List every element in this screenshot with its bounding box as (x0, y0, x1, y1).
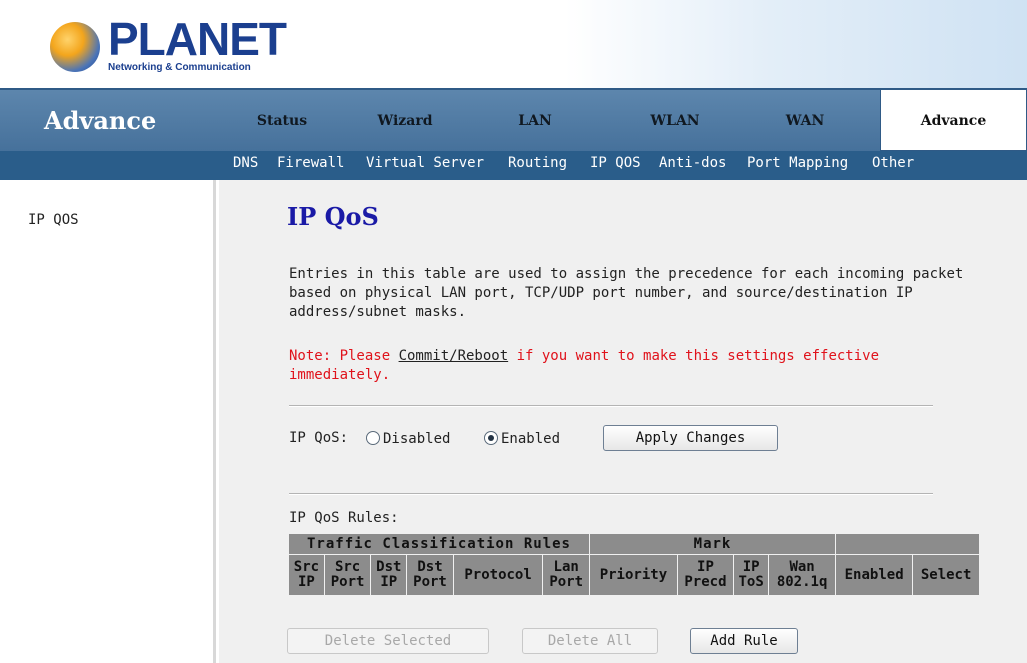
qos-disabled-radio[interactable] (366, 431, 380, 445)
subnav-anti-dos[interactable]: Anti-dos (659, 151, 726, 176)
tab-advance[interactable]: Advance (880, 90, 1027, 151)
col-ip-tos: IP ToS (734, 555, 769, 595)
sidebar-item-ip-qos[interactable]: IP QOS (28, 212, 79, 228)
col-ip-precd: IP Precd (677, 555, 734, 595)
subnav-ip-qos[interactable]: IP QOS (590, 151, 641, 176)
globe-logo-icon (50, 22, 100, 72)
main-content: IP QoS Entries in this table are used to… (219, 180, 1027, 663)
planet-logo[interactable]: PLANET Networking & Communication (50, 14, 287, 76)
col-enabled: Enabled (836, 555, 913, 595)
subnav-virtual-server[interactable]: Virtual Server (366, 151, 484, 176)
tab-wlan[interactable]: WLAN (630, 90, 720, 151)
col-line1: IP (742, 559, 760, 575)
col-line1: Src (293, 559, 320, 575)
main-nav: Advance Status Wizard LAN WLAN WAN Advan… (0, 88, 1027, 151)
note-prefix: Note: Please (289, 348, 399, 364)
tab-wizard[interactable]: Wizard (350, 90, 460, 151)
logo-tagline: Networking & Communication (108, 62, 251, 73)
col-line2: ToS (738, 574, 764, 590)
section-title: Advance (44, 106, 157, 135)
col-line1: Dst (376, 559, 402, 575)
qos-label: IP QoS: (289, 430, 349, 446)
col-line2: Port (413, 574, 447, 590)
col-line1: Wan (789, 559, 815, 575)
apply-changes-button[interactable]: Apply Changes (603, 425, 778, 451)
col-line2: IP (380, 574, 398, 590)
subnav-firewall[interactable]: Firewall (277, 151, 344, 176)
subnav-other[interactable]: Other (872, 151, 914, 176)
col-src-port: Src Port (324, 555, 371, 595)
rules-label: IP QoS Rules: (289, 510, 399, 526)
divider (289, 405, 933, 407)
commit-note: Note: Please Commit/Reboot if you want t… (289, 347, 969, 385)
qos-rules-table: Traffic Classification Rules Mark Src IP … (288, 533, 980, 596)
col-dst-port: Dst Port (407, 555, 453, 595)
col-line1: Lan (553, 559, 579, 575)
col-line2: IP (297, 574, 315, 590)
col-wan-8021q: Wan 802.1q (769, 555, 835, 595)
divider (289, 493, 933, 495)
tab-wan[interactable]: WAN (770, 90, 840, 151)
delete-all-button[interactable]: Delete All (522, 628, 658, 654)
col-line2: Port (549, 574, 584, 590)
table-group-header-row: Traffic Classification Rules Mark (289, 534, 979, 554)
group-mark: Mark (590, 534, 835, 554)
page-title: IP QoS (287, 202, 379, 231)
logo-brand: PLANET (108, 13, 287, 65)
add-rule-button[interactable]: Add Rule (690, 628, 798, 654)
col-line2: Precd (684, 574, 727, 590)
col-dst-ip: Dst IP (371, 555, 407, 595)
col-line1: Dst (417, 559, 443, 575)
subnav-routing[interactable]: Routing (508, 151, 567, 176)
page-description: Entries in this table are used to assign… (289, 266, 964, 320)
delete-selected-button[interactable]: Delete Selected (287, 628, 489, 654)
col-line1: IP (697, 559, 714, 575)
table-column-header-row: Src IP Src Port Dst IP Dst Port Protocol Lan… (289, 555, 979, 595)
qos-enabled-label[interactable]: Enabled (501, 431, 560, 447)
col-line1: Src (334, 559, 361, 575)
col-src-ip: Src IP (289, 555, 324, 595)
col-line2: 802.1q (776, 574, 828, 590)
sub-nav: DNS Firewall Virtual Server Routing IP Q… (0, 151, 1027, 180)
commit-reboot-link[interactable]: Commit/Reboot (399, 348, 509, 364)
tab-lan[interactable]: LAN (500, 90, 570, 151)
col-priority: Priority (590, 555, 677, 595)
col-select: Select (913, 555, 979, 595)
tab-status[interactable]: Status (232, 90, 332, 151)
group-blank (836, 534, 979, 554)
header: PLANET Networking & Communication (0, 0, 1027, 88)
qos-enabled-radio[interactable] (484, 431, 498, 445)
group-traffic-classification: Traffic Classification Rules (289, 534, 589, 554)
col-protocol: Protocol (453, 555, 543, 595)
col-lan-port: Lan Port (543, 555, 589, 595)
col-line2: Port (330, 574, 365, 590)
subnav-dns[interactable]: DNS (233, 151, 258, 176)
sidebar: IP QOS (0, 180, 216, 663)
subnav-port-mapping[interactable]: Port Mapping (747, 151, 848, 176)
qos-disabled-label[interactable]: Disabled (383, 431, 450, 447)
